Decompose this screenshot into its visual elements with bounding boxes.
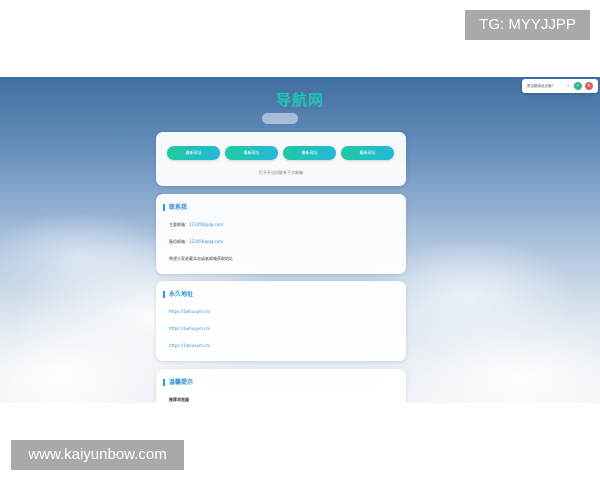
- contact-note: 希望大家收藏本站或者邮箱获取地址: [169, 256, 233, 261]
- address-heading: 永久地址: [163, 291, 193, 298]
- backup-email-label: 备用邮箱：: [169, 239, 189, 244]
- latest-url-button-3[interactable]: 最新网址: [283, 146, 336, 160]
- address-link-1[interactable]: https://1whuaym.cn/: [169, 309, 210, 314]
- backup-email-link[interactable]: 123456@qq.com: [189, 239, 223, 244]
- recommended-browser-label: 推荐浏览器: [169, 397, 189, 402]
- confirm-check-icon[interactable]: ✓: [574, 82, 582, 90]
- address-link-3[interactable]: https://1whuaym.cn/: [169, 343, 210, 348]
- nav-button-group: 最新网址 最新网址 最新网址 最新网址: [167, 146, 395, 160]
- latest-url-button-4[interactable]: 最新网址: [341, 146, 394, 160]
- primary-email-label: 主要邮箱：: [169, 222, 189, 227]
- page: TG: MYYJJPP 导航网 是否翻译此页面？ ⌄ ✓ × 最新网址 最新网址…: [0, 0, 600, 480]
- latest-url-button-1[interactable]: 最新网址: [167, 146, 220, 160]
- translate-popup: 是否翻译此页面？ ⌄ ✓ ×: [522, 79, 598, 93]
- backup-email-row: 备用邮箱：123456@qq.com: [169, 239, 223, 245]
- address-link-2[interactable]: https://1whuaym.cn/: [169, 326, 210, 331]
- webpage-screenshot: 导航网 是否翻译此页面？ ⌄ ✓ × 最新网址 最新网址 最新网址 最新网址 打…: [0, 77, 600, 403]
- chevron-down-icon[interactable]: ⌄: [566, 82, 570, 88]
- tips-heading: 温馨提示: [163, 379, 193, 386]
- primary-email-link[interactable]: 123456@qq.com: [189, 222, 223, 227]
- site-watermark: www.kaiyunbow.com: [11, 440, 184, 470]
- contact-heading: 联系我: [163, 204, 187, 211]
- close-icon[interactable]: ×: [585, 82, 593, 90]
- primary-email-row: 主要邮箱：123456@qq.com: [169, 222, 223, 228]
- tips-card: 温馨提示 推荐浏览器: [156, 369, 406, 403]
- site-title: 导航网: [275, 91, 324, 109]
- tg-contact-badge: TG: MYYJJPP: [465, 10, 590, 40]
- translate-prompt: 是否翻译此页面？: [527, 84, 555, 88]
- latest-url-button-2[interactable]: 最新网址: [225, 146, 278, 160]
- contact-card: 联系我 主要邮箱：123456@qq.com 备用邮箱：123456@qq.co…: [156, 194, 406, 274]
- nav-card: 最新网址 最新网址 最新网址 最新网址 打不开访问联系下方邮箱: [156, 132, 406, 186]
- title-decoration: [262, 113, 298, 124]
- permanent-address-card: 永久地址 https://1whuaym.cn/ https://1whuaym…: [156, 281, 406, 361]
- nav-note: 打不开访问联系下方邮箱: [259, 170, 303, 175]
